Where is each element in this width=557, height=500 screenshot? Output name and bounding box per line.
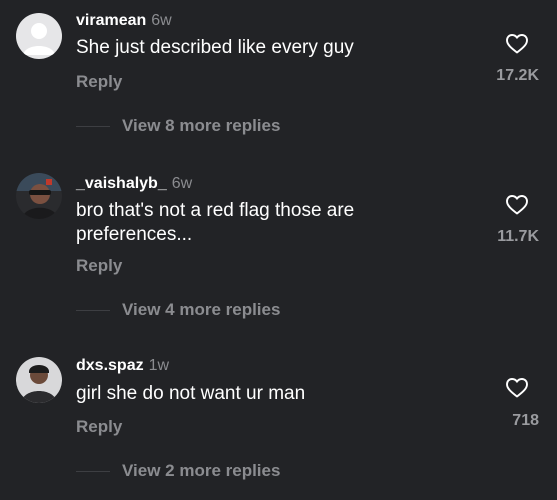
- avatar[interactable]: [16, 13, 62, 59]
- comment-header: viramean 6w: [76, 11, 172, 31]
- like-count: 718: [512, 412, 539, 429]
- view-more-label: View 2 more replies: [122, 461, 281, 480]
- username[interactable]: dxs.spaz: [76, 357, 144, 374]
- reply-button[interactable]: Reply: [76, 417, 122, 437]
- reply-button[interactable]: Reply: [76, 72, 122, 92]
- view-more-replies[interactable]: View 2 more replies: [76, 461, 280, 481]
- view-more-replies[interactable]: View 8 more replies: [76, 116, 280, 136]
- divider-line: [76, 125, 110, 127]
- like-count: 17.2K: [496, 67, 539, 84]
- comment-header: dxs.spaz 1w: [76, 356, 169, 376]
- divider-line: [76, 470, 110, 472]
- comment-time: 6w: [151, 12, 172, 29]
- reply-button[interactable]: Reply: [76, 256, 122, 276]
- username[interactable]: _vaishalyb_: [76, 175, 167, 192]
- heart-outline-icon[interactable]: [505, 193, 529, 215]
- comment-text: girl she do not want ur man: [76, 383, 306, 404]
- user-photo-icon: [16, 173, 62, 219]
- username[interactable]: viramean: [76, 12, 146, 29]
- view-more-replies[interactable]: View 4 more replies: [76, 300, 280, 320]
- comment-text: She just described like every guy: [76, 37, 354, 58]
- avatar[interactable]: [16, 357, 62, 403]
- view-more-label: View 8 more replies: [122, 116, 281, 135]
- like-count: 11.7K: [497, 228, 539, 245]
- comment-header: _vaishalyb_ 6w: [76, 174, 192, 194]
- avatar[interactable]: [16, 173, 62, 219]
- user-photo-icon: [16, 357, 62, 403]
- default-avatar-icon: [16, 13, 62, 59]
- comment-time: 1w: [148, 357, 170, 374]
- heart-outline-icon[interactable]: [505, 376, 529, 398]
- heart-outline-icon[interactable]: [505, 32, 529, 54]
- comment-text: bro that's not a red flag those are pref…: [76, 200, 355, 245]
- view-more-label: View 4 more replies: [122, 300, 281, 319]
- divider-line: [76, 309, 110, 311]
- comment-time: 6w: [171, 175, 193, 192]
